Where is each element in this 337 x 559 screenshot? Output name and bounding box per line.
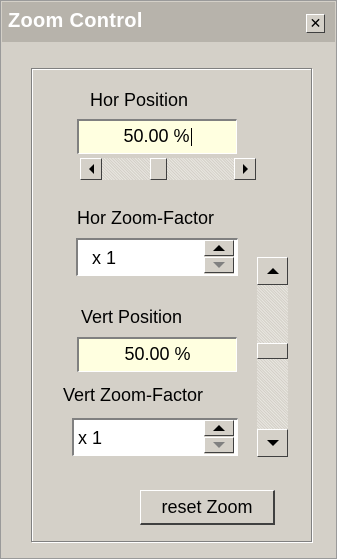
hor-position-scrollbar[interactable] (80, 158, 256, 180)
arrow-left-icon (88, 164, 94, 174)
vert-zoom-value: x 1 (78, 428, 103, 448)
vert-position-value: 50.00 % (124, 344, 191, 364)
vert-scroll-thumb[interactable] (257, 343, 288, 359)
hor-position-field[interactable]: 50.00 % (77, 119, 237, 154)
vert-zoom-spinbox[interactable]: x 1 (72, 418, 238, 456)
text-caret (190, 128, 192, 147)
arrow-down-icon (213, 442, 225, 448)
hor-zoom-up-button[interactable] (204, 240, 234, 256)
arrow-down-icon (266, 440, 279, 446)
hor-zoom-value: x 1 (92, 248, 117, 268)
hor-zoom-spinbox[interactable]: x 1 (76, 238, 238, 276)
arrow-right-icon (242, 164, 248, 174)
close-icon: ✕ (309, 15, 322, 31)
hor-zoom-label: Hor Zoom-Factor (77, 208, 215, 228)
vert-zoom-up-button[interactable] (204, 420, 234, 436)
hor-position-value: 50.00 % (123, 126, 190, 146)
arrow-down-icon (213, 262, 225, 268)
scroll-down-button[interactable] (257, 429, 288, 457)
window-title: Zoom Control (8, 10, 143, 32)
arrow-up-icon (213, 245, 225, 251)
arrow-up-icon (213, 425, 225, 431)
vert-position-scrollbar[interactable] (257, 257, 288, 457)
zoom-control-window: Zoom Control ✕ Hor Position 50.00 % Hor … (0, 0, 337, 559)
scroll-right-button[interactable] (234, 158, 256, 180)
hor-zoom-down-button[interactable] (204, 257, 234, 273)
vert-zoom-spinner[interactable] (204, 420, 234, 454)
title-bar[interactable]: Zoom Control ✕ (2, 2, 335, 42)
hor-position-label: Hor Position (90, 90, 189, 110)
hor-zoom-spinner[interactable] (204, 240, 234, 274)
scroll-up-button[interactable] (257, 257, 288, 285)
reset-zoom-button[interactable]: reset Zoom (140, 490, 275, 525)
vert-zoom-down-button[interactable] (204, 437, 234, 453)
hor-scroll-thumb[interactable] (150, 158, 167, 180)
vert-position-label: Vert Position (81, 307, 183, 327)
scroll-left-button[interactable] (80, 158, 102, 180)
close-button[interactable]: ✕ (306, 14, 325, 33)
vert-zoom-label: Vert Zoom-Factor (63, 385, 204, 405)
arrow-up-icon (266, 268, 279, 274)
vert-position-field[interactable]: 50.00 % (77, 337, 237, 372)
